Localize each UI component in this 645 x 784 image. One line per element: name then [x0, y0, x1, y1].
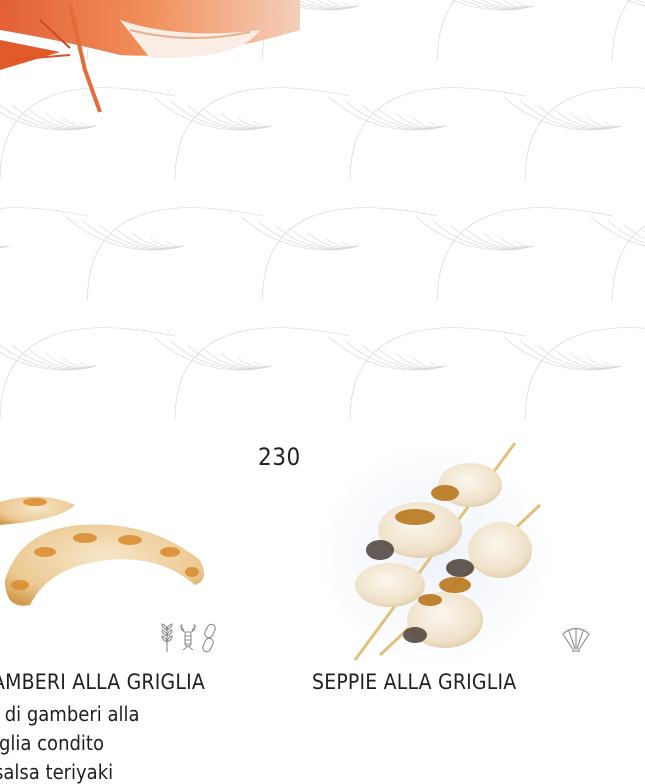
- product-title: AMBERI ALLA GRIGLIA: [0, 670, 205, 694]
- scallop-line: [520, 340, 622, 370]
- catalog-page: 230 AMBERI ALLA GRIGLIA i di gamberi all…: [0, 0, 645, 784]
- scallop-outline: [437, 0, 456, 61]
- scallop-line: [257, 220, 359, 250]
- product-card-grilled-shrimp: AMBERI ALLA GRIGLIA i di gamberi alla ig…: [0, 480, 260, 784]
- description-line: i di gamberi alla: [0, 702, 140, 726]
- description-line: salsa teriyaki: [0, 760, 114, 784]
- scallop-line: [570, 353, 622, 369]
- scallop-outline: [0, 207, 88, 217]
- scallop-line: [0, 245, 9, 248]
- scallop-line: [516, 1, 534, 7]
- allergen-icons: [560, 625, 592, 653]
- scallop-line: [395, 113, 447, 129]
- shrimp-photo-top: [0, 0, 300, 113]
- scallop-line: [483, 233, 534, 249]
- scallop-line: [642, 0, 645, 8]
- scallop-line: [308, 233, 359, 249]
- scallop-line: [327, 0, 359, 8]
- scallop-line: [341, 1, 359, 7]
- scallop-outline: [0, 327, 176, 421]
- scallop-outline: [437, 207, 613, 301]
- scallop-outline: [524, 87, 645, 181]
- scallop-line: [604, 361, 622, 367]
- scallop-line: [133, 233, 184, 249]
- scallop-line: [345, 340, 447, 370]
- scallop-outline: [87, 207, 263, 301]
- scallop-line: [0, 245, 9, 249]
- scallop-line: [0, 245, 9, 249]
- scallop-line: [516, 241, 534, 247]
- scallop-line: [502, 0, 534, 8]
- scallop-outline: [612, 0, 631, 61]
- scallop-line: [625, 0, 645, 9]
- scallop-line: [12, 344, 97, 370]
- scallop-line: [79, 361, 97, 367]
- scallop-line: [449, 224, 534, 250]
- scallop-line: [170, 340, 272, 370]
- scallop-outline: [174, 327, 351, 421]
- scallop-line: [362, 104, 447, 130]
- allergen-icons: [158, 622, 218, 654]
- mollusc-icon: [560, 625, 592, 653]
- scallop-line: [274, 224, 359, 250]
- scallop-outline: [612, 225, 645, 301]
- cuttlefish-skewer-photo: [320, 442, 550, 665]
- grilled-shrimp-photo: [0, 496, 204, 606]
- scallop-line: [570, 113, 622, 129]
- scallop-line: [82, 220, 184, 250]
- scallop-line: [79, 121, 97, 127]
- scallop-line: [0, 245, 9, 248]
- scallop-line: [0, 245, 9, 249]
- scallop-line: [254, 121, 272, 127]
- crustacean-icon: [178, 622, 198, 654]
- chain-icon: [200, 622, 218, 654]
- scallop-line: [429, 361, 447, 367]
- wheat-icon: [158, 622, 176, 654]
- scallop-outline: [349, 327, 526, 421]
- description-line: iglia condito: [0, 731, 104, 755]
- scallop-line: [604, 121, 622, 127]
- scallop-outline: [524, 327, 645, 421]
- scallop-line: [45, 353, 97, 369]
- scallop-line: [429, 121, 447, 127]
- scallop-line: [537, 104, 622, 130]
- scallop-line: [187, 344, 272, 370]
- scallop-line: [220, 353, 272, 369]
- scallop-line: [520, 100, 622, 130]
- scallop-line: [341, 241, 359, 247]
- scallop-line: [166, 241, 184, 247]
- scallop-outline: [262, 207, 438, 301]
- page-number: 230: [258, 443, 301, 471]
- scallop-line: [0, 245, 9, 248]
- scallop-line: [590, 216, 645, 247]
- scallop-line: [537, 344, 622, 370]
- scallop-line: [626, 0, 645, 7]
- scallop-line: [395, 353, 447, 369]
- scallop-outline: [349, 87, 526, 181]
- scallop-line: [362, 344, 447, 370]
- scallop-line: [99, 224, 184, 250]
- product-description: i di gamberi alla iglia condito salsa te…: [0, 700, 254, 784]
- scallop-line: [254, 361, 272, 367]
- scallop-line: [345, 100, 447, 130]
- scallop-line: [432, 220, 534, 250]
- product-title: SEPPIE ALLA GRIGLIA: [312, 670, 517, 694]
- scallop-line: [0, 245, 9, 247]
- product-card-grilled-cuttlefish: SEPPIE ALLA GRIGLIA: [300, 435, 600, 784]
